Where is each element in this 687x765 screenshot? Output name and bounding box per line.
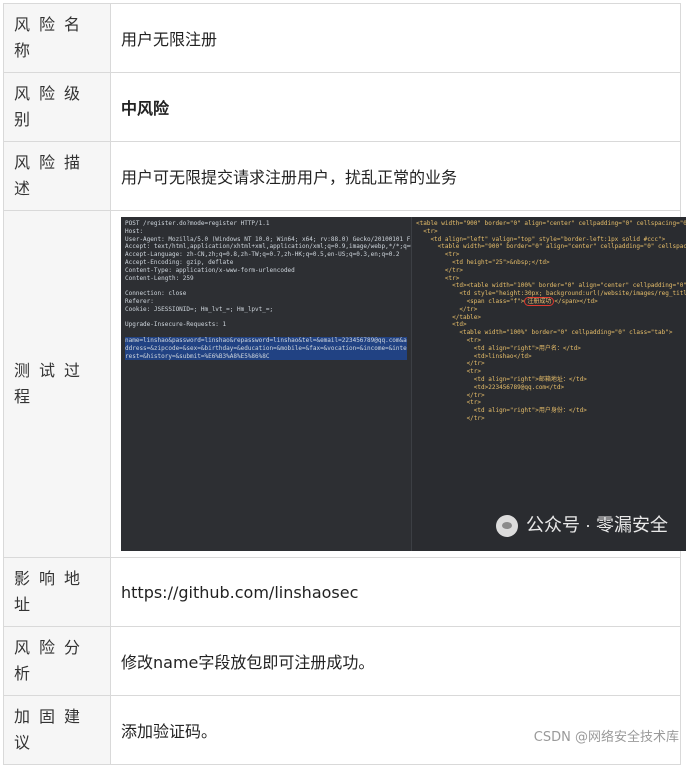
request-headers: POST /register.do?mode=register HTTP/1.1… xyxy=(125,220,411,337)
request-line xyxy=(125,329,407,337)
burp-screenshot: POST /register.do?mode=register HTTP/1.1… xyxy=(121,217,686,551)
response-line: </tr> xyxy=(416,360,485,368)
response-line: <td height="25">&nbsp;</td> xyxy=(416,258,550,266)
response-line: </tr> xyxy=(416,266,463,274)
value-risk-analysis: 修改name字段放包即可注册成功。 xyxy=(110,626,681,696)
request-line: User-Agent: Mozilla/5.0 (Windows NT 10.0… xyxy=(125,235,411,243)
row-risk-name: 风险名称 用户无限注册 xyxy=(3,3,681,73)
response-line: </tr> xyxy=(416,305,478,313)
response-line: <tr> xyxy=(416,251,460,259)
response-line: <td>223456789@qq.com</td> xyxy=(416,383,565,391)
value-risk-level: 中风险 xyxy=(110,72,681,142)
row-risk-analysis: 风险分析 修改name字段放包即可注册成功。 xyxy=(3,626,681,696)
response-html: <table width="900" border="0" align="cen… xyxy=(416,220,686,423)
response-line: </table> xyxy=(416,313,482,321)
request-line: Upgrade-Insecure-Requests: 1 xyxy=(125,321,227,329)
risk-table: 风险名称 用户无限注册 风险级别 中风险 风险描述 用户可无限提交请求注册用户，… xyxy=(3,3,686,765)
row-test-process: 测试过程 POST /register.do?mode=register HTT… xyxy=(3,210,686,558)
response-line: </tr> xyxy=(416,391,485,399)
request-line: Content-Length: 259 xyxy=(125,274,194,282)
label-test-process: 测试过程 xyxy=(3,210,111,558)
label-affected-url: 影响地址 xyxy=(3,557,111,627)
screenshot-watermark: 公众号 · 零漏安全 xyxy=(496,515,668,537)
value-risk-name: 用户无限注册 xyxy=(110,3,681,73)
watermark-text: 公众号 · 零漏安全 xyxy=(526,515,668,536)
request-line: Accept-Language: zh-CN,zh;q=0.8,zh-TW;q=… xyxy=(125,251,400,259)
value-affected-url[interactable]: https://github.com/linshaosec xyxy=(110,557,681,627)
response-line: <tr> xyxy=(416,368,482,376)
label-risk-name: 风险名称 xyxy=(3,3,111,73)
row-affected-url: 影响地址 https://github.com/linshaosec xyxy=(3,557,681,627)
response-line: <td align="right">用户名：</td> xyxy=(416,344,581,352)
response-pane: <table width="900" border="0" align="cen… xyxy=(411,217,686,551)
response-line: <td> xyxy=(416,321,467,329)
request-line: Accept-Encoding: gzip, deflate xyxy=(125,258,234,266)
label-risk-level: 风险级别 xyxy=(3,72,111,142)
row-risk-desc: 风险描述 用户可无限提交请求注册用户，扰乱正常的业务 xyxy=(3,141,681,211)
request-line: Referer: xyxy=(125,297,158,305)
response-line: <tr> xyxy=(416,399,482,407)
value-risk-desc: 用户可无限提交请求注册用户，扰乱正常的业务 xyxy=(110,141,681,211)
request-line: Accept: text/html,application/xhtml+xml,… xyxy=(125,243,411,251)
label-risk-desc: 风险描述 xyxy=(3,141,111,211)
label-fix-advice: 加固建议 xyxy=(3,695,111,765)
request-line: Content-Type: application/x-www-form-url… xyxy=(125,266,295,274)
response-line: <td>linshao</td> xyxy=(416,352,532,360)
response-line: <span class="f"> 注册成功 </span></td> xyxy=(416,296,598,306)
wechat-logo-icon xyxy=(496,515,518,537)
response-line: <td align="left" valign="top" style="bor… xyxy=(416,235,666,243)
response-line: <tr> xyxy=(416,336,482,344)
label-risk-analysis: 风险分析 xyxy=(3,626,111,696)
response-line: <td align="right">邮箱地址：</td> xyxy=(416,375,587,383)
request-line xyxy=(125,282,407,290)
request-line: Connection: close xyxy=(125,290,187,298)
test-screenshot-cell: POST /register.do?mode=register HTTP/1.1… xyxy=(110,210,686,558)
response-line: <td><table width="100%" border="0" align… xyxy=(452,282,686,290)
success-highlight: 注册成功 xyxy=(524,296,555,306)
response-line: <td align="right">用户身份：</td> xyxy=(416,407,587,415)
request-line: Host: xyxy=(125,227,147,235)
response-line: <tr> xyxy=(416,227,438,235)
request-body: name=linshao&password=linshao&repassword… xyxy=(125,336,407,361)
response-line: </tr> xyxy=(416,414,485,422)
response-line: <table width="100%" border="0" cellpaddi… xyxy=(416,329,673,337)
request-pane: POST /register.do?mode=register HTTP/1.1… xyxy=(121,217,411,551)
row-risk-level: 风险级别 中风险 xyxy=(3,72,681,142)
request-line xyxy=(125,314,407,322)
response-line: <tr> xyxy=(416,274,460,282)
request-line: POST /register.do?mode=register HTTP/1.1 xyxy=(125,220,270,227)
request-line: Cookie: JSESSIONID=; Hm_lvt_=; Hm_lpvt_=… xyxy=(125,305,274,313)
response-line: <table width="900" border="0" align="cen… xyxy=(416,243,686,251)
csdn-watermark: CSDN @网络安全技术库 xyxy=(533,730,679,745)
response-line: <table width="900" border="0" align="cen… xyxy=(416,220,686,227)
